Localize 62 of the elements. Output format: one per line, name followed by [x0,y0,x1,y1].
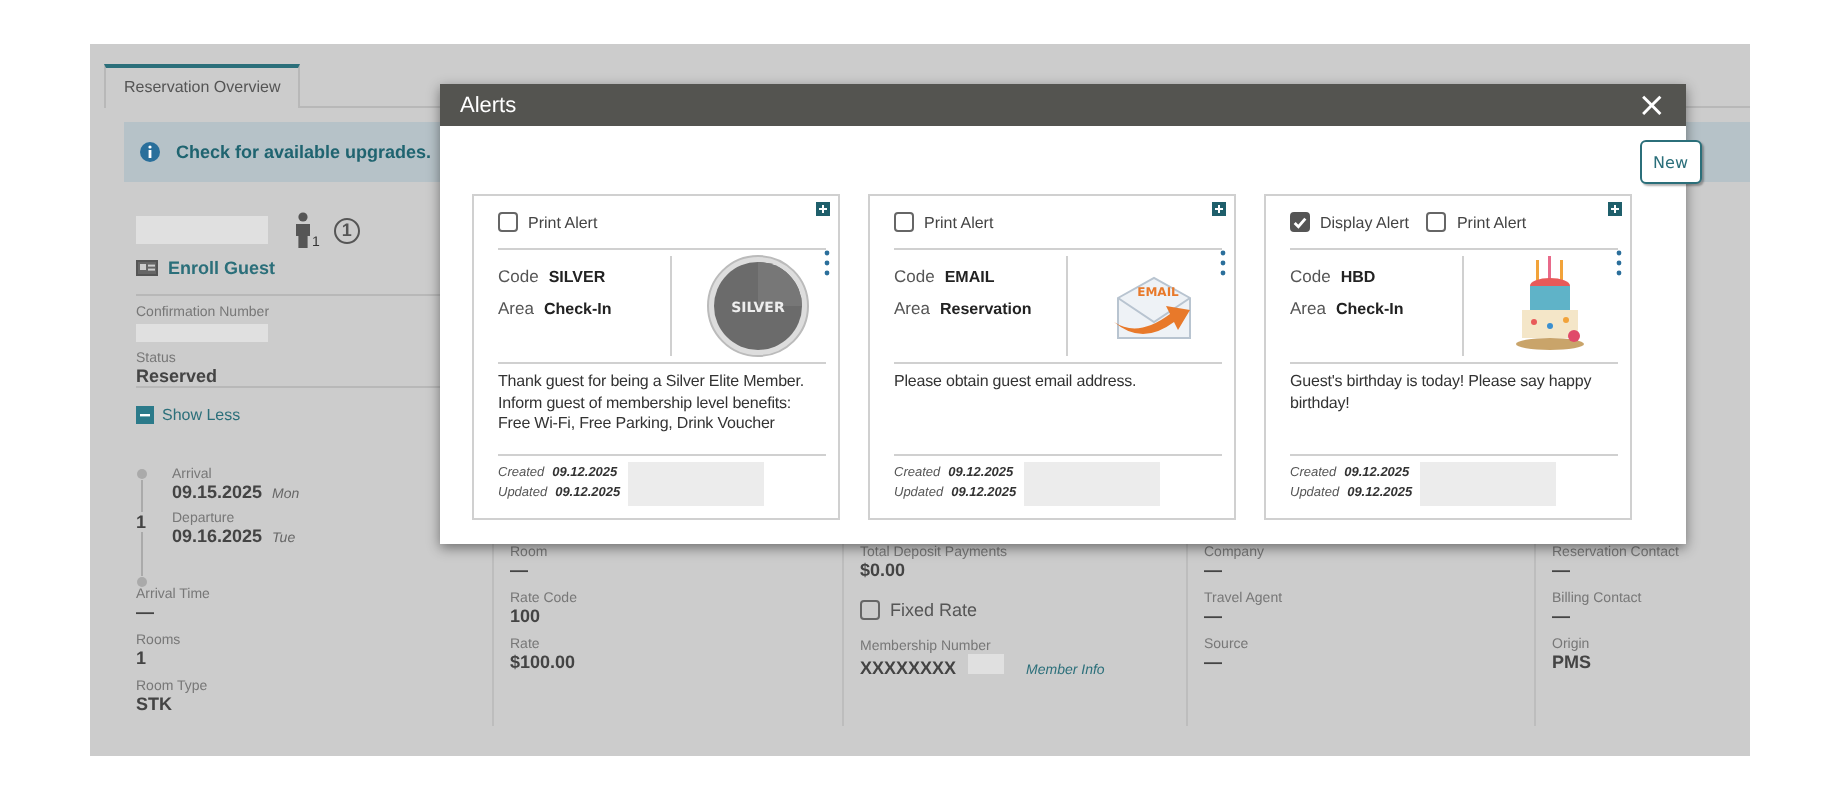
alert-area: Check-In [543,300,612,318]
field-value: — [1552,606,1572,626]
field-value: — [136,602,156,622]
person-icon [294,212,312,248]
dialog-title: Alerts [460,93,517,117]
checkbox[interactable] [894,212,914,232]
field-label: Code [894,266,935,286]
field-value: $0.00 [860,560,908,580]
checkbox[interactable] [1290,212,1310,232]
alert-message: Thank guest for being a Silver Elite Member. Inform guest of membership level benefits: Free Wi-Fi, Free Parking, Drink Voucher [498,364,826,456]
alert-code: HBD [1340,268,1376,286]
departure-date: 09.16.2025 [172,526,263,546]
checkbox[interactable] [860,600,880,620]
expand-icon[interactable] [1212,202,1226,216]
field-value: $100.00 [510,652,578,672]
alert-code: SILVER [548,268,606,286]
field-value: — [1204,606,1224,626]
field-value: — [510,560,530,580]
field-label: Area [498,298,534,318]
alert-message: Please obtain guest email address. [894,364,1222,456]
more-options-icon[interactable] [824,250,830,276]
show-less-link[interactable]: Show Less [162,406,241,424]
new-button[interactable]: New [1639,140,1702,184]
id-card-icon [136,260,158,276]
field-value: XXXXXXXX [860,658,957,678]
field-value: — [1204,560,1224,580]
more-options-icon[interactable] [1220,250,1226,276]
field-value: 100 [510,606,543,626]
checkbox-label: Print Alert [1456,213,1527,231]
checkbox-label: Print Alert [528,213,598,231]
field-value: — [1204,652,1224,672]
field-value: STK [136,694,174,714]
field-label: Code [498,266,539,286]
enroll-guest-link[interactable]: Enroll Guest [168,258,276,278]
info-icon [140,142,160,162]
checkbox-label: Print Alert [924,213,994,231]
more-options-icon[interactable] [1616,250,1622,276]
timeline-drawing [136,468,148,588]
field-value: Reserved [136,366,220,386]
field-label: Area [894,298,930,318]
banner-text: Check for available upgrades. [176,142,432,162]
field-value: PMS [1552,652,1594,672]
field-value: — [1552,560,1572,580]
alert-code: EMAIL [944,268,995,286]
arrival-date: 09.15.2025 [172,482,263,502]
field-label: Code [1290,266,1331,286]
close-button[interactable]: × [1633,87,1670,123]
checkbox-label: Display Alert [1320,213,1409,231]
checkbox[interactable] [1426,212,1447,232]
alert-area: Check-In [1335,300,1404,318]
alert-area: Reservation [939,300,1032,318]
expand-icon[interactable] [1608,202,1622,216]
collapse-icon[interactable] [136,406,154,424]
alert-message: Guest's birthday is today! Please say happy birthday! [1290,364,1618,456]
tab[interactable]: Reservation Overview [104,64,301,108]
nights-count: 1 [136,512,147,532]
checkbox-label: Fixed Rate [890,600,978,620]
field-label: Area [1290,298,1326,318]
guest-count-badge: 1 [333,217,360,243]
expand-icon[interactable] [816,202,830,216]
checkbox[interactable] [498,212,518,232]
field-value: 1 [136,648,149,668]
